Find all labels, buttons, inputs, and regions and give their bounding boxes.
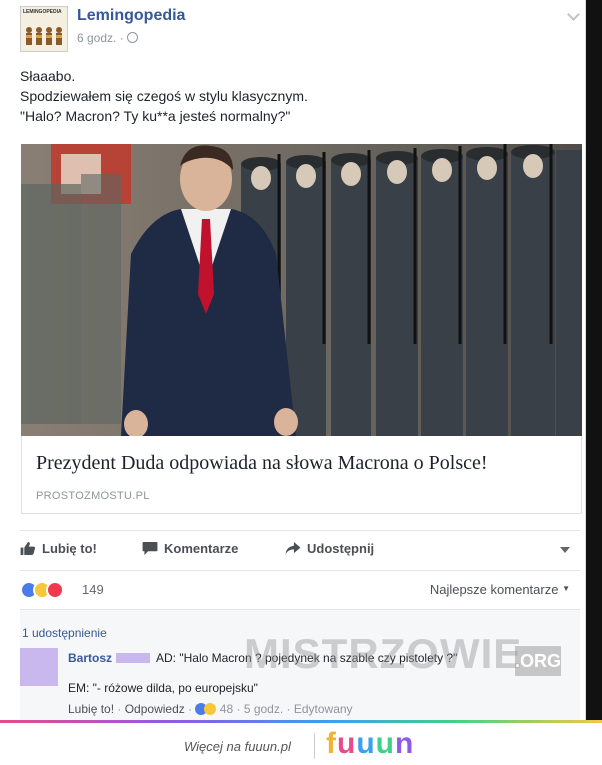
comment-reaction-count[interactable]: 48 bbox=[220, 702, 233, 716]
post-text-line: Słaaabo. bbox=[20, 68, 76, 84]
brand-letter: u bbox=[375, 727, 395, 760]
share-arrow-icon bbox=[285, 542, 301, 555]
comment-meta: Lubię to! · Odpowiedz · 48 · 5 godz. · E… bbox=[68, 702, 353, 716]
redacted-surname bbox=[116, 653, 151, 663]
dropdown-caret-icon[interactable] bbox=[560, 547, 570, 553]
comment-label: Komentarze bbox=[164, 541, 239, 556]
comment-text-line2: EM: "- różowe dilda, po europejsku" bbox=[68, 681, 258, 695]
love-reaction-icon[interactable] bbox=[46, 581, 64, 599]
logo-text: LEMINGOPEDIA bbox=[23, 9, 62, 15]
post-header: LEMINGOPEDIA Lemingopedia 6 godz. · bbox=[20, 6, 580, 54]
post-actions-bar: Lubię to! Komentarze Udostępnij bbox=[20, 530, 580, 566]
like-label: Lubię to! bbox=[42, 541, 97, 556]
sort-caret-icon: ▼ bbox=[562, 584, 570, 593]
post-text-line: Spodziewałem się czegoś w stylu klasyczn… bbox=[20, 88, 308, 104]
post-time-text: 6 godz. · bbox=[77, 31, 124, 45]
post-text-line: "Halo? Macron? Ty ku**a jesteś normalny?… bbox=[20, 108, 291, 124]
page-name-link[interactable]: Lemingopedia bbox=[77, 7, 185, 25]
watermark-org: .ORG bbox=[515, 646, 561, 676]
haha-reaction-icon bbox=[204, 703, 217, 715]
link-preview-box[interactable]: Prezydent Duda odpowiada na słowa Macron… bbox=[21, 436, 582, 514]
chevron-down-icon[interactable] bbox=[567, 8, 580, 21]
like-button[interactable]: Lubię to! bbox=[20, 541, 97, 556]
link-title[interactable]: Prezydent Duda odpowiada na słowa Macron… bbox=[36, 452, 488, 475]
facebook-post-card: LEMINGOPEDIA Lemingopedia 6 godz. · Słaa… bbox=[0, 0, 586, 720]
comment-sort-dropdown[interactable]: Najlepsze komentarze ▼ bbox=[430, 582, 570, 597]
comment-icon bbox=[142, 542, 158, 555]
comment-author[interactable]: Bartosz bbox=[68, 651, 112, 665]
comment-edited[interactable]: Edytowany bbox=[294, 702, 353, 716]
reaction-count[interactable]: 149 bbox=[82, 582, 104, 597]
link-preview-image[interactable] bbox=[21, 144, 582, 436]
link-domain: PROSTOZMOSTU.PL bbox=[36, 490, 150, 502]
scrollbar[interactable] bbox=[586, 0, 602, 720]
commenter-avatar[interactable] bbox=[20, 648, 58, 686]
share-label: Udostępnij bbox=[307, 541, 375, 556]
sort-label: Najlepsze komentarze bbox=[429, 582, 559, 597]
comment-time[interactable]: 5 godz. bbox=[244, 702, 283, 716]
mistrzowie-watermark: MISTRZOWIE bbox=[244, 630, 523, 677]
globe-icon bbox=[126, 32, 138, 43]
reactions-summary: 149 Najlepsze komentarze ▼ bbox=[20, 570, 580, 610]
post-timestamp[interactable]: 6 godz. · bbox=[77, 31, 138, 45]
post-message: Słaaabo. Spodziewałem się czegoś w stylu… bbox=[20, 66, 308, 126]
brand-letter: f bbox=[326, 727, 337, 760]
brand-letter: n bbox=[394, 727, 415, 760]
brand-letter: u bbox=[356, 727, 376, 760]
lemmings-logo-icon bbox=[26, 27, 62, 45]
footer-divider bbox=[314, 733, 315, 759]
shares-count-link[interactable]: 1 udostępnienie bbox=[22, 626, 107, 640]
comment-reply-link[interactable]: Odpowiedz bbox=[125, 702, 185, 716]
share-button[interactable]: Udostępnij bbox=[285, 541, 374, 556]
fuuun-logo[interactable]: fuuun bbox=[326, 727, 414, 761]
page-avatar[interactable]: LEMINGOPEDIA bbox=[20, 6, 68, 52]
comment-button[interactable]: Komentarze bbox=[142, 541, 238, 556]
president-honor-guard-photo bbox=[21, 144, 582, 436]
site-footer: Więcej na fuuun.pl fuuun bbox=[0, 723, 602, 765]
comment-like-link[interactable]: Lubię to! bbox=[68, 702, 114, 716]
brand-letter: u bbox=[337, 727, 357, 760]
more-on-site-text[interactable]: Więcej na fuuun.pl bbox=[184, 739, 291, 754]
thumbs-up-icon bbox=[20, 542, 36, 555]
